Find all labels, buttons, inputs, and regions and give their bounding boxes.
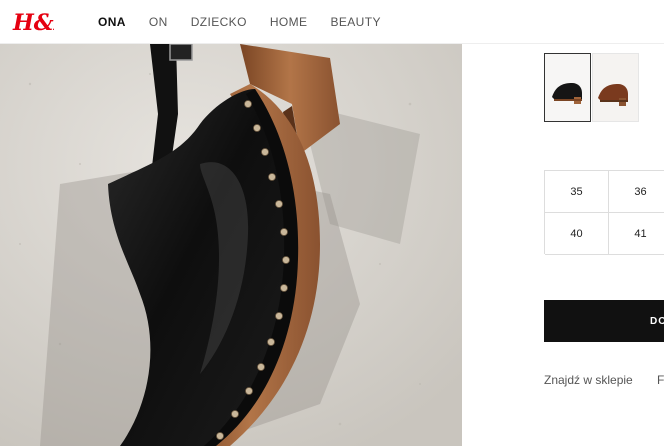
size-selector: 35 36 40 41	[544, 170, 664, 255]
size-option[interactable]: 41	[609, 213, 664, 255]
nav-item-on[interactable]: ON	[149, 15, 168, 29]
nav-item-home[interactable]: HOME	[270, 15, 308, 29]
color-swatch-black[interactable]	[544, 53, 591, 122]
add-to-bag-label: DO	[650, 315, 664, 327]
main-nav: ONA ON DZIECKO HOME BEAUTY	[98, 15, 404, 29]
size-option[interactable]: 40	[545, 213, 609, 255]
product-image[interactable]	[0, 44, 462, 446]
nav-item-dziecko[interactable]: DZIECKO	[191, 15, 247, 29]
black-clog-thumbnail-icon	[552, 83, 582, 104]
find-in-store-link[interactable]: Znajdź w sklepie	[544, 373, 633, 387]
site-header: H&M ONA ON DZIECKO HOME BEAUTY	[0, 0, 664, 44]
nav-item-beauty[interactable]: BEAUTY	[330, 15, 380, 29]
add-to-bag-button[interactable]: DO	[544, 300, 664, 342]
svg-text:H&M: H&M	[12, 10, 54, 36]
size-option[interactable]: 36	[609, 171, 664, 213]
studded-clog-photo	[0, 44, 462, 446]
hm-logo[interactable]: H&M	[12, 6, 79, 38]
size-option[interactable]: 35	[545, 171, 609, 213]
brown-clog-thumbnail-icon	[598, 84, 628, 106]
secondary-link[interactable]: F	[657, 373, 664, 387]
color-swatch-brown[interactable]	[592, 53, 639, 122]
nav-item-ona[interactable]: ONA	[98, 15, 126, 29]
